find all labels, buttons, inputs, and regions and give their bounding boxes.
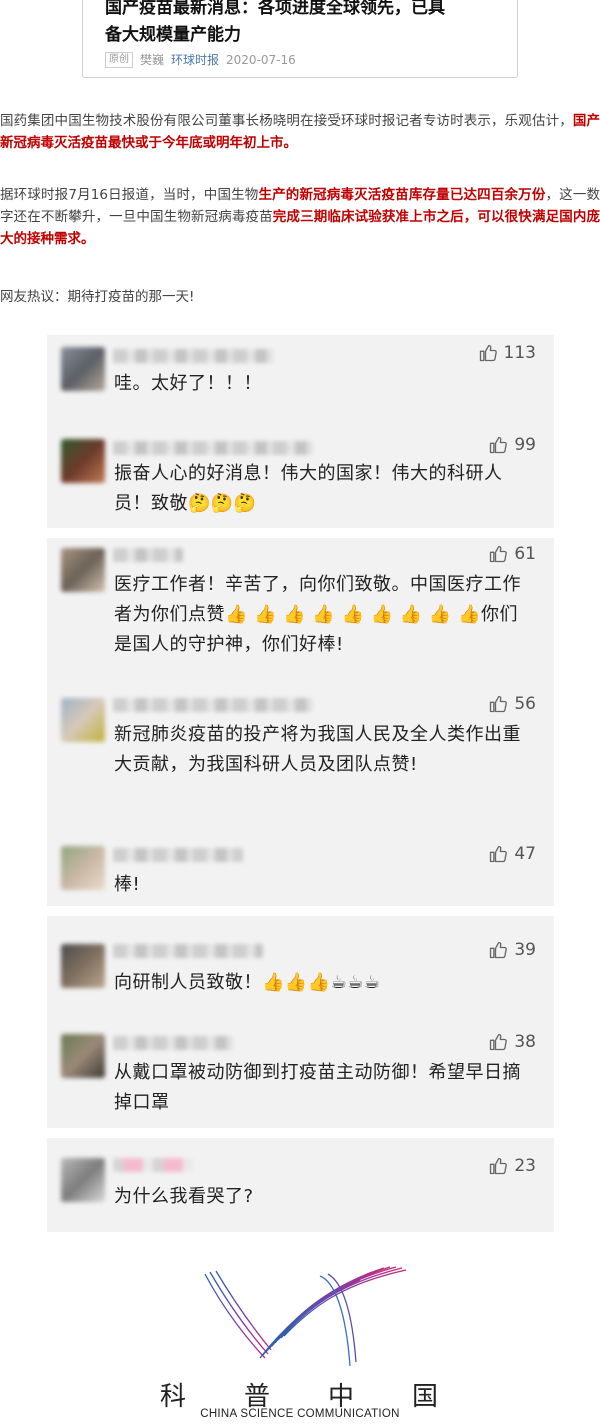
publish-date: 2020-07-16 [226, 52, 296, 67]
thumbs-up-and-tea-icon: 👍👍👍☕☕☕ [262, 972, 381, 993]
like-button[interactable]: 113 [478, 343, 536, 363]
author-name: 樊巍 [140, 53, 165, 67]
thumbs-up-icon [490, 1033, 508, 1051]
title-line-2: 备大规模量产能力 [105, 25, 241, 45]
quoted-article-title: 国产疫苗最新消息：各项进度全球领先，已具 备大规模量产能力 [105, 0, 495, 49]
like-button[interactable]: 38 [488, 1032, 536, 1052]
thumbs-up-icon [490, 545, 508, 563]
avatar [61, 1034, 105, 1078]
username-blurred [113, 548, 183, 562]
avatar [61, 846, 105, 890]
thumbs-up-icon [490, 1157, 508, 1175]
comment-screenshot-3: 39 向研制人员致敬！👍👍👍☕☕☕ 38 从戴口罩被动防御到打疫苗主动防御！希望… [47, 916, 554, 1128]
comment-text: 从戴口罩被动防御到打疫苗主动防御！希望早日摘掉口罩 [114, 1062, 521, 1113]
username-blurred [113, 1036, 233, 1050]
title-line-1: 国产疫苗最新消息：各项进度全球领先，已具 [105, 0, 445, 18]
username-blurred [113, 1158, 193, 1172]
like-button[interactable]: 23 [488, 1156, 536, 1176]
source-link[interactable]: 环球时报 [171, 51, 219, 68]
avatar [61, 698, 105, 742]
comment-screenshot-4: 23 为什么我看哭了? [47, 1138, 554, 1232]
comment-screenshot-1: 113 哇。太好了！！！ 99 振奋人心的好消息！伟大的国家！伟大的科研人员！致… [47, 335, 554, 528]
avatar [61, 439, 105, 483]
username-blurred [113, 944, 263, 958]
avatar [61, 347, 105, 391]
avatar [61, 548, 105, 592]
original-badge: 原创 [105, 51, 133, 68]
article-meta: 原创 樊巍 环球时报 2020-07-16 [105, 51, 296, 68]
comment-text-body: 向研制人员致敬！ [114, 972, 262, 993]
paragraph-3: 网友热议：期待打疫苗的那一天! [0, 289, 195, 305]
like-button[interactable]: 61 [488, 544, 536, 564]
paragraph-1: 国药集团中国生物技术股份有限公司董事长杨晓明在接受环球时报记者专访时表示，乐观估… [0, 110, 600, 154]
like-count: 39 [514, 940, 536, 960]
like-button[interactable]: 47 [488, 844, 536, 864]
thinking-face-icon: 🤔🤔🤔 [188, 493, 257, 514]
para2-text-1: 据环球时报7月16日报道，当时，中国生物 [0, 187, 259, 203]
username-blurred [113, 848, 243, 862]
comment-text-body: 振奋人心的好消息！伟大的国家！伟大的科研人员！致敬 [114, 463, 503, 514]
like-count: 99 [514, 435, 536, 455]
like-count: 61 [514, 544, 536, 564]
like-button[interactable]: 56 [488, 694, 536, 714]
thumbs-up-icon [490, 845, 508, 863]
like-count: 38 [514, 1032, 536, 1052]
comment-text: 棒! [114, 874, 141, 895]
thumbs-up-icon [490, 941, 508, 959]
username-blurred [113, 698, 313, 712]
thumbs-up-icon [479, 344, 497, 362]
like-count: 56 [514, 694, 536, 714]
comment-text: 为什么我看哭了? [114, 1186, 254, 1207]
thumbs-up-emoji-icon: 👍 👍 👍 👍 👍 👍 👍 👍 👍 [225, 604, 481, 625]
logo-mark-icon [204, 1266, 407, 1367]
avatar [61, 1158, 105, 1202]
para1-text: 国药集团中国生物技术股份有限公司董事长杨晓明在接受环球时报记者专访时表示，乐观估… [0, 113, 573, 129]
paragraph-2: 据环球时报7月16日报道，当时，中国生物生产的新冠病毒灭活疫苗库存量已达四百余万… [0, 184, 600, 250]
like-count: 47 [514, 844, 536, 864]
logo-english-text: CHINA SCIENCE COMMUNICATION [200, 1408, 400, 1420]
para2-highlight-1: 生产的新冠病毒灭活疫苗库存量已达四百余万份 [258, 187, 546, 203]
comment-text: 向研制人员致敬！👍👍👍☕☕☕ [114, 968, 534, 998]
like-button[interactable]: 39 [488, 940, 536, 960]
username-blurred [113, 441, 313, 455]
comment-screenshot-2: 61 医疗工作者！辛苦了，向你们致敬。中国医疗工作者为你们点赞 👍 👍 👍 👍 … [47, 538, 554, 906]
thumbs-up-icon [490, 695, 508, 713]
china-science-communication-logo: 科 普 中 国 CHINA SCIENCE COMMUNICATION [150, 1262, 450, 1426]
comment-text: 哇。太好了！！！ [114, 373, 262, 394]
username-blurred [113, 349, 273, 363]
like-count: 23 [514, 1156, 536, 1176]
avatar [61, 944, 105, 988]
like-button[interactable]: 99 [488, 435, 536, 455]
comment-text: 医疗工作者！辛苦了，向你们致敬。中国医疗工作者为你们点赞 👍 👍 👍 👍 👍 👍… [114, 570, 534, 660]
quoted-article-card[interactable]: 国产疫苗最新消息：各项进度全球领先，已具 备大规模量产能力 原创 樊巍 环球时报… [82, 0, 518, 78]
like-count: 113 [503, 343, 536, 363]
comment-text: 新冠肺炎疫苗的投产将为我国人民及全人类作出重大贡献，为我国科研人员及团队点赞! [114, 724, 521, 775]
comment-text: 振奋人心的好消息！伟大的国家！伟大的科研人员！致敬🤔🤔🤔 [114, 459, 534, 519]
thumbs-up-icon [490, 436, 508, 454]
